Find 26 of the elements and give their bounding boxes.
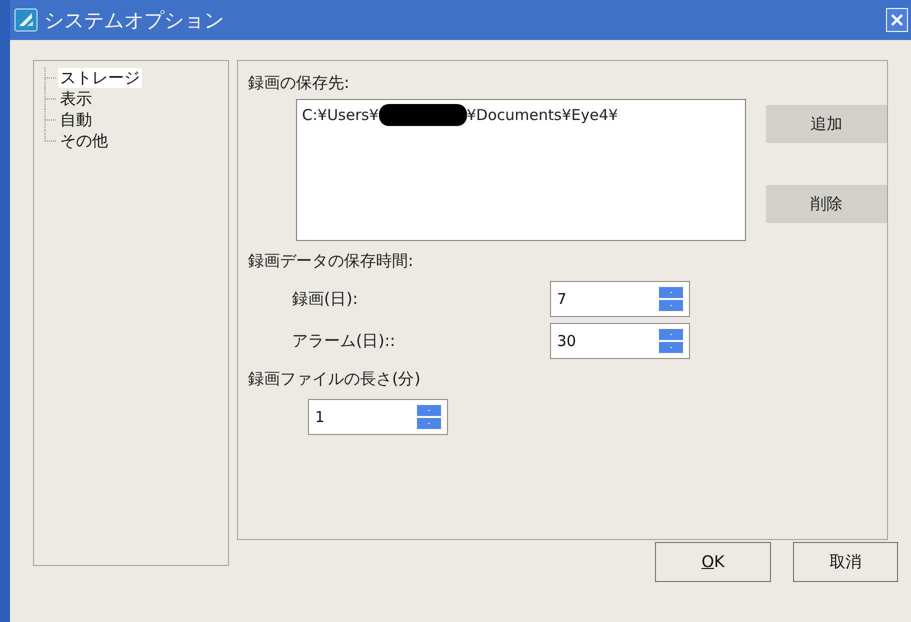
- field-label: アラーム(日)::: [292, 330, 396, 352]
- list-item[interactable]: C:¥Users¥ ¥Documents¥Eye4¥: [302, 104, 740, 126]
- tree-line-icon: [44, 88, 58, 109]
- tree-item[interactable]: 表示: [58, 88, 94, 108]
- list-action-button[interactable]: 削除: [766, 185, 887, 223]
- number-spinner[interactable]: 7: [550, 281, 690, 317]
- close-button[interactable]: [886, 8, 908, 32]
- section-label: 録画の保存先:: [248, 72, 350, 94]
- spin-arrows-icon[interactable]: [659, 329, 683, 353]
- tree-line-icon: [44, 67, 58, 88]
- tree-item[interactable]: ストレージ: [58, 68, 142, 88]
- dialog-button[interactable]: 取消: [793, 542, 898, 582]
- dialog-button[interactable]: OK: [655, 542, 771, 582]
- tree-item[interactable]: その他: [58, 130, 110, 150]
- close-icon: [890, 13, 904, 27]
- number-spinner[interactable]: 30: [550, 323, 690, 359]
- tree-item[interactable]: 自動: [58, 110, 94, 130]
- spin-arrows-icon[interactable]: [659, 287, 683, 311]
- spin-arrows-icon[interactable]: [417, 405, 441, 429]
- number-spinner[interactable]: 1: [308, 399, 448, 435]
- section-label: 録画ファイルの長さ(分): [248, 368, 422, 390]
- window-title: システムオプション: [44, 7, 224, 34]
- app-logo-icon: [14, 8, 38, 32]
- section-label: 録画データの保存時間:: [248, 250, 414, 272]
- list-action-button[interactable]: 追加: [766, 105, 887, 143]
- field-label: 録画(日):: [292, 288, 359, 310]
